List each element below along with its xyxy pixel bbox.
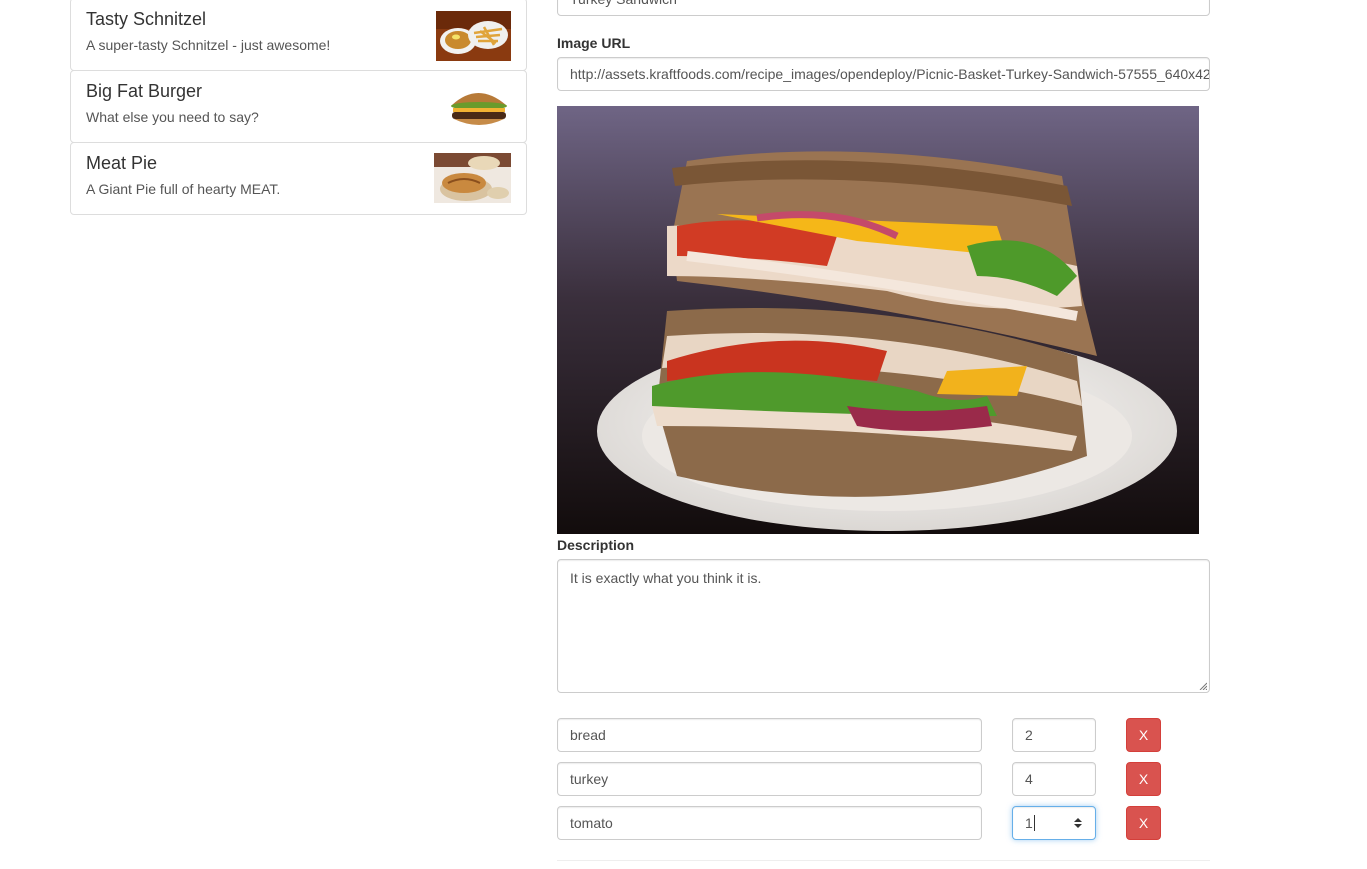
delete-ingredient-button[interactable]: X — [1126, 806, 1161, 840]
recipe-description: A Giant Pie full of hearty MEAT. — [86, 181, 281, 197]
schnitzel-photo-icon — [436, 11, 511, 61]
delete-ingredient-button[interactable]: X — [1126, 718, 1161, 752]
ingredient-name-input[interactable]: tomato — [557, 806, 982, 840]
recipe-name: Big Fat Burger — [86, 81, 203, 101]
image-url-input[interactable]: http://assets.kraftfoods.com/recipe_imag… — [557, 57, 1210, 91]
amount-value: 1 — [1025, 815, 1033, 831]
recipe-item-burger[interactable]: Big Fat Burger What else you need to say… — [70, 70, 527, 143]
delete-ingredient-button[interactable]: X — [1126, 762, 1161, 796]
recipe-app: Tasty Schnitzel A super-tasty Schnitzel … — [0, 0, 1367, 869]
ingredient-amount-input[interactable]: 2 — [1012, 718, 1096, 752]
recipe-name: Meat Pie — [86, 153, 158, 173]
recipe-description: A super-tasty Schnitzel - just awesome! — [86, 37, 331, 53]
recipe-item-schnitzel[interactable]: Tasty Schnitzel A super-tasty Schnitzel … — [70, 0, 527, 71]
meat-pie-photo-icon — [434, 153, 511, 203]
turkey-sandwich-photo-icon — [557, 106, 1199, 534]
ingredient-amount-input[interactable]: 4 — [1012, 762, 1096, 796]
recipe-list: Tasty Schnitzel A super-tasty Schnitzel … — [70, 0, 527, 215]
ingredient-name-input[interactable]: turkey — [557, 762, 982, 796]
burger-photo-icon — [446, 81, 511, 133]
name-input[interactable]: Turkey Sandwich — [557, 0, 1210, 16]
number-spinner-icon[interactable] — [1073, 816, 1083, 830]
resize-grip-icon[interactable] — [1199, 682, 1207, 690]
description-textarea[interactable]: It is exactly what you think it is. — [557, 559, 1210, 693]
recipe-description: What else you need to say? — [86, 109, 259, 125]
ingredient-amount-input-focused[interactable]: 1 — [1012, 806, 1096, 840]
form-divider — [557, 860, 1210, 861]
ingredient-name-input[interactable]: bread — [557, 718, 982, 752]
description-label: Description — [557, 537, 635, 553]
image-url-label: Image URL — [557, 35, 631, 51]
description-text: It is exactly what you think it is. — [570, 570, 762, 586]
recipe-item-meat-pie[interactable]: Meat Pie A Giant Pie full of hearty MEAT… — [70, 142, 527, 215]
recipe-name: Tasty Schnitzel — [86, 9, 207, 29]
text-caret — [1033, 815, 1035, 831]
